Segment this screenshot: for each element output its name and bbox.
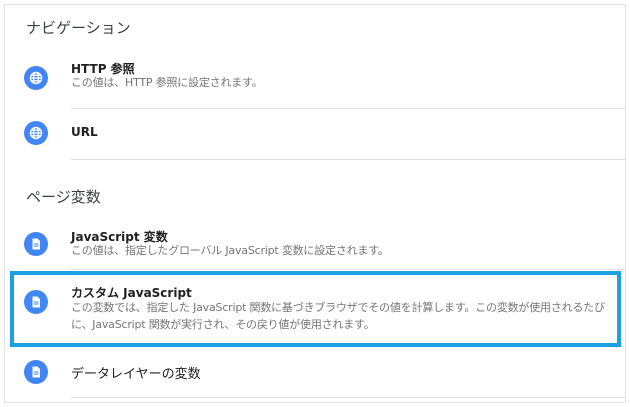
variable-type-description: この値は、指定したグローバル JavaScript 変数に設定されます。 xyxy=(71,244,389,257)
selection-highlight xyxy=(10,271,621,347)
variable-type-http-referrer[interactable]: HTTP 参照 この値は、HTTP 参照に設定されます。 xyxy=(5,60,627,108)
variable-type-url[interactable]: URL xyxy=(5,115,627,161)
variable-type-data-layer-variable[interactable]: データレイヤーの変数 xyxy=(5,357,627,387)
document-icon xyxy=(24,360,48,384)
divider xyxy=(71,159,625,160)
variable-type-description: この値は、HTTP 参照に設定されます。 xyxy=(71,76,263,89)
divider xyxy=(71,397,625,398)
variable-type-javascript-variable[interactable]: JavaScript 変数 この値は、指定したグローバル JavaScript … xyxy=(5,228,627,268)
variable-type-title: URL xyxy=(71,125,98,139)
globe-icon xyxy=(24,121,48,145)
section-title-navigation: ナビゲーション xyxy=(26,19,131,37)
section-title-page-variables: ページ変数 xyxy=(26,188,101,206)
variable-type-title: データレイヤーの変数 xyxy=(71,367,201,382)
globe-icon xyxy=(24,66,48,90)
divider xyxy=(71,108,625,109)
document-icon xyxy=(24,232,48,256)
divider xyxy=(71,269,625,270)
